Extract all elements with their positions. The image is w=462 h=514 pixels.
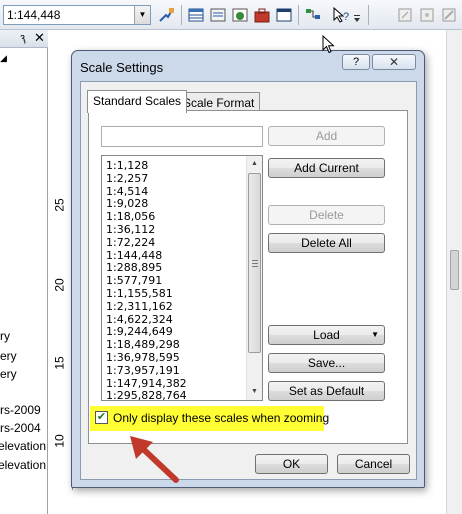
layer-item[interactable]: rs-2009 — [0, 403, 46, 417]
annotation-arrow-icon — [130, 436, 179, 483]
highlight-annotation: ✔ Only display these scales when zooming — [90, 406, 329, 431]
layer-item[interactable]: ry — [0, 329, 46, 343]
dialog-title: Scale Settings — [80, 60, 164, 75]
catalog-icon[interactable] — [231, 6, 249, 24]
panel-header: ԇ ✕ — [0, 30, 48, 48]
overflow-icon[interactable] — [352, 10, 362, 24]
chevron-down-icon: ▼ — [371, 330, 379, 339]
scroll-down-icon[interactable]: ▼ — [247, 384, 262, 400]
add-button[interactable]: Add — [268, 126, 385, 146]
map-vertical-scrollbar[interactable] — [446, 30, 462, 514]
main-toolbar: 1:144,448 ▼ ? — [0, 0, 462, 30]
close-icon[interactable]: ✕ — [34, 30, 45, 46]
checkbox-label: Only display these scales when zooming — [113, 411, 330, 425]
help-button[interactable]: ? — [342, 54, 370, 70]
edit-vertices-icon[interactable] — [418, 6, 436, 24]
only-display-scales-checkbox[interactable]: ✔ — [95, 411, 108, 424]
save-button[interactable]: Save... — [268, 353, 385, 373]
toolbar-separator — [368, 5, 369, 25]
cancel-button[interactable]: Cancel — [337, 454, 410, 474]
scales-list[interactable]: 1:1,128 1:2,257 1:4,514 1:9,028 1:18,056 1:36… — [101, 155, 263, 401]
svg-text:?: ? — [343, 11, 349, 23]
standard-scales-page: Add 1:1,128 1:2,257 1:4,514 1:9,028 1:18,056… — [88, 110, 408, 444]
edit-tool-icon[interactable] — [396, 6, 414, 24]
list-scrollbar[interactable]: ▲ ▼ — [246, 156, 262, 400]
layer-item[interactable]: elevation — [0, 458, 46, 472]
delete-button[interactable]: Delete — [268, 205, 385, 225]
map-scale-combobox[interactable]: 1:144,448 ▼ — [3, 5, 151, 25]
scale-input[interactable] — [101, 126, 263, 147]
identify-icon[interactable] — [209, 6, 227, 24]
toolbox-icon[interactable] — [253, 6, 271, 24]
load-label: Load — [313, 328, 340, 342]
table-of-contents-panel: ԇ ✕ ◢ ry ery ery rs-2009 rs-2004 elevati… — [0, 30, 48, 514]
layer-item[interactable]: rs-2004 — [0, 421, 46, 435]
toolbar-separator — [181, 5, 182, 25]
map-scale-value: 1:144,448 — [7, 8, 61, 22]
table-icon[interactable] — [187, 6, 205, 24]
expand-arrow-icon[interactable]: ◢ — [0, 53, 7, 64]
layer-item[interactable]: elevation — [0, 439, 46, 453]
ruler-label: 25 — [52, 198, 67, 212]
toolbar-separator — [298, 5, 299, 25]
editor-icon[interactable] — [440, 6, 458, 24]
ok-button[interactable]: OK — [255, 454, 328, 474]
ruler-label: 10 — [52, 434, 67, 448]
add-current-button[interactable]: Add Current — [268, 158, 385, 178]
set-as-default-button[interactable]: Set as Default — [268, 381, 385, 401]
mouse-cursor-icon — [322, 35, 335, 54]
scroll-up-icon[interactable]: ▲ — [247, 156, 262, 172]
select-elements-icon[interactable] — [158, 6, 176, 24]
scale-settings-dialog: Scale Settings ? ✕ Standard Scales Scale… — [71, 50, 425, 488]
ruler-label: 15 — [52, 356, 67, 370]
close-button[interactable]: ✕ — [372, 54, 416, 70]
layer-item[interactable]: ery — [0, 349, 46, 363]
tab-standard-scales[interactable]: Standard Scales — [87, 90, 188, 113]
scale-list-item[interactable]: 1:295,828,764 — [106, 388, 187, 400]
pin-icon[interactable]: ԇ — [20, 32, 26, 44]
delete-all-button[interactable]: Delete All — [268, 233, 385, 253]
whats-this-icon[interactable]: ? — [332, 6, 350, 24]
load-button[interactable]: Load ▼ — [268, 325, 385, 345]
chevron-down-icon[interactable]: ▼ — [134, 6, 150, 24]
scrollbar-thumb[interactable] — [450, 250, 459, 290]
python-window-icon[interactable] — [275, 6, 293, 24]
model-builder-icon[interactable] — [304, 6, 322, 24]
scrollbar-thumb[interactable] — [248, 173, 261, 353]
layer-item[interactable]: ery — [0, 367, 46, 381]
ruler-label: 20 — [52, 278, 67, 292]
